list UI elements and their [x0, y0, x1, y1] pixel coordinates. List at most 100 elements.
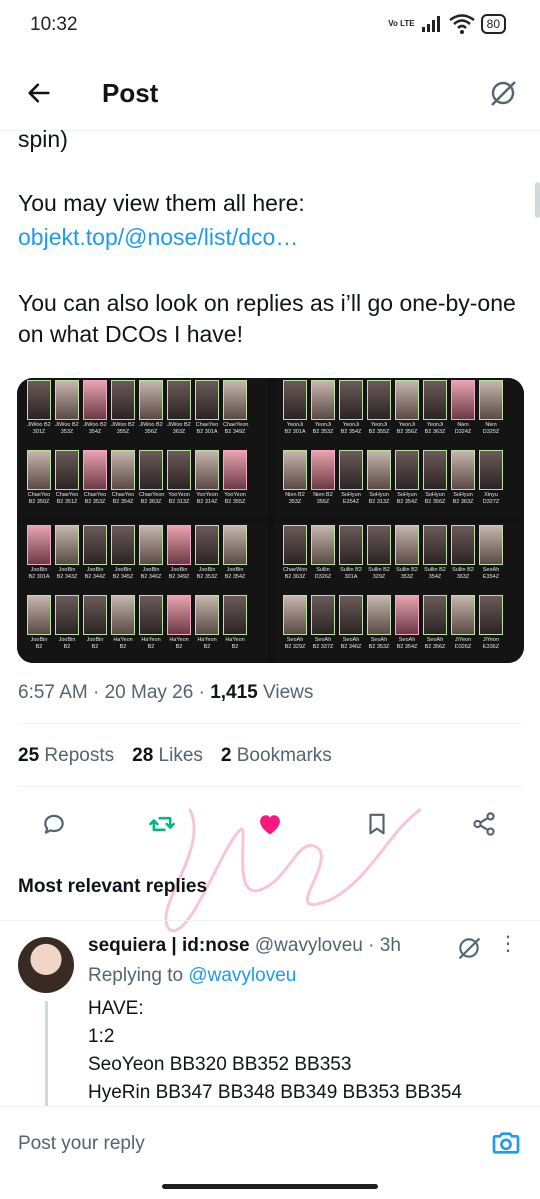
photocard-image — [451, 525, 475, 565]
photocard-image — [367, 380, 391, 420]
photocard-image — [27, 595, 51, 635]
photocard-caption: ChaeYeo B2 350Z — [27, 492, 51, 505]
photocard-image — [167, 450, 191, 490]
photocard-image — [167, 525, 191, 565]
photocard-image — [451, 380, 475, 420]
photocard-caption: ChaeYeo B2 353Z — [83, 492, 107, 505]
photocard-image — [339, 525, 363, 565]
photocard-caption: Sullin B2 353Z — [396, 567, 418, 580]
photocard-image — [195, 595, 219, 635]
photocard-caption: Sullin B2 301A — [340, 567, 362, 580]
camera-icon[interactable] — [490, 1127, 522, 1159]
photocard-image — [195, 380, 219, 420]
grok-button[interactable] — [482, 72, 524, 114]
photocard-caption: SeoAh B2 353Z — [368, 637, 390, 650]
photocard-caption: SeoAh B2 354Z — [396, 637, 418, 650]
media-panel[interactable]: ChaeWon B2 363Z Sullin D326Z Sullin B2 301… — [273, 523, 524, 663]
caption-row: JooBin B2 JooBin B2 JooBin B2 HaYeon B2 HaYe… — [27, 637, 247, 651]
photocard-image — [195, 525, 219, 565]
reply-item[interactable]: sequiera | id:nose @wavyloveu · 3h ⋮ Rep… — [0, 925, 540, 1106]
action-bar — [0, 800, 540, 844]
photocard-caption: JooBin B2 345Z — [112, 567, 134, 580]
more-icon[interactable]: ⋮ — [498, 934, 518, 961]
photocard-image — [27, 525, 51, 565]
photocard-caption: Nien D325Z — [482, 422, 500, 435]
photocard-caption: YeonJi B2 355Z — [368, 422, 390, 435]
photocard-caption: HaYeon B2 — [113, 637, 133, 650]
photocard-image — [195, 450, 219, 490]
views-label: Views — [257, 682, 314, 703]
photocard-caption: YeonJi B2 301A — [284, 422, 306, 435]
photocard-image — [167, 595, 191, 635]
reply-composer[interactable]: Post your reply — [0, 1106, 540, 1176]
photocard-image — [139, 450, 163, 490]
post-link[interactable]: objekt.top/@nose/list/dco… — [18, 222, 518, 253]
photocard-image — [111, 595, 135, 635]
bookmark-button[interactable] — [357, 804, 397, 844]
reply-button[interactable] — [34, 804, 74, 844]
photocard-caption: SoHyun B2 363Z — [452, 492, 474, 505]
avatar[interactable] — [18, 937, 74, 993]
caption-row: YeonJi B2 301A YeonJi B2 353Z YeonJi B2 35… — [283, 422, 503, 436]
photocard-image — [423, 595, 447, 635]
reply-author-name[interactable]: sequiera | id:nose — [88, 935, 250, 956]
replying-to-handle[interactable]: @wavyloveu — [188, 965, 296, 986]
caption-row: JooBin B2 301A JooBin B2 343Z JooBin B2 34… — [27, 567, 247, 581]
reply-author-handle[interactable]: @wavyloveu — [255, 935, 363, 956]
photocard-image — [339, 380, 363, 420]
back-button[interactable] — [18, 72, 60, 114]
scrollbar[interactable] — [535, 182, 540, 218]
like-button[interactable] — [250, 804, 290, 844]
home-indicator[interactable] — [162, 1184, 378, 1189]
photocard-caption: ChaeYeon B2 363Z — [139, 492, 165, 505]
photocard-image — [111, 525, 135, 565]
photocard-caption: JooBin B2 — [86, 637, 104, 650]
photocard-image — [451, 595, 475, 635]
caption-row: Nien B2 353Z Nien B2 356Z SoHyun E354Z SoHy… — [283, 492, 503, 506]
post-text-replies: You can also look on replies as i’ll go … — [18, 290, 516, 347]
repost-button[interactable] — [142, 804, 182, 844]
photocard-image — [139, 595, 163, 635]
photocard-image — [395, 525, 419, 565]
photocard-image — [83, 525, 107, 565]
caption-row: JiWoo B2 301Z JiWoo B2 353Z JiWoo B2 354Z J… — [27, 422, 248, 436]
likes-stat[interactable]: 28 Likes — [132, 745, 203, 767]
photocard-caption: YooYeon B2 313Z — [168, 492, 190, 505]
reposts-stat[interactable]: 25 Reposts — [18, 745, 114, 767]
photocard-caption: SoHyun E354Z — [341, 492, 361, 505]
photocard-caption: SeoAh B2 329Z — [284, 637, 306, 650]
signal-icon — [421, 16, 440, 32]
photocard-image — [223, 595, 247, 635]
photocard-caption: YooYeon B2 314Z — [196, 492, 218, 505]
caption-row: SeoAh B2 329Z SeoAh B2 337Z SeoAh B2 346Z S… — [283, 637, 503, 651]
media-panel[interactable]: JooBin B2 301A JooBin B2 343Z JooBin B2 34… — [17, 523, 268, 663]
photocard-image — [283, 450, 307, 490]
photocard-image — [395, 595, 419, 635]
reposts-label: Reposts — [39, 745, 115, 766]
photocard-caption: ChaeYeo B2 301A — [195, 422, 219, 435]
bookmarks-stat[interactable]: 2 Bookmarks — [221, 745, 332, 767]
reply-input[interactable]: Post your reply — [18, 1133, 145, 1155]
photocard-caption: Sullin D326Z — [314, 567, 332, 580]
post-media[interactable]: JiWoo B2 301Z JiWoo B2 353Z JiWoo B2 354Z J… — [17, 378, 524, 663]
photocard-image — [479, 380, 503, 420]
photocard-image — [395, 450, 419, 490]
media-panel[interactable]: JiWoo B2 301Z JiWoo B2 353Z JiWoo B2 354Z J… — [17, 378, 268, 518]
photocard-caption: Sullin B2 354Z — [424, 567, 446, 580]
post-timestamp: 6:57 AM · 20 May 26 · — [18, 682, 211, 703]
photocard-caption: JooBin B2 — [30, 637, 48, 650]
share-button[interactable] — [464, 804, 504, 844]
photocard-caption: SoHyun B2 356Z — [424, 492, 446, 505]
system-icons: Vo LTE 80 — [388, 14, 506, 34]
photocard-image — [223, 525, 247, 565]
reply-header: sequiera | id:nose @wavyloveu · 3h — [88, 935, 401, 957]
divider — [18, 786, 522, 787]
photocard-caption: JooBin B2 343Z — [56, 567, 78, 580]
photocard-caption: HaYeon B2 — [197, 637, 217, 650]
grok-icon[interactable] — [456, 935, 482, 961]
reply-separator: · — [368, 935, 375, 956]
media-panel[interactable]: YeonJi B2 301A YeonJi B2 353Z YeonJi B2 35… — [273, 378, 524, 518]
photocard-image — [367, 525, 391, 565]
reply-time: 3h — [379, 935, 401, 956]
photocard-image — [395, 380, 419, 420]
